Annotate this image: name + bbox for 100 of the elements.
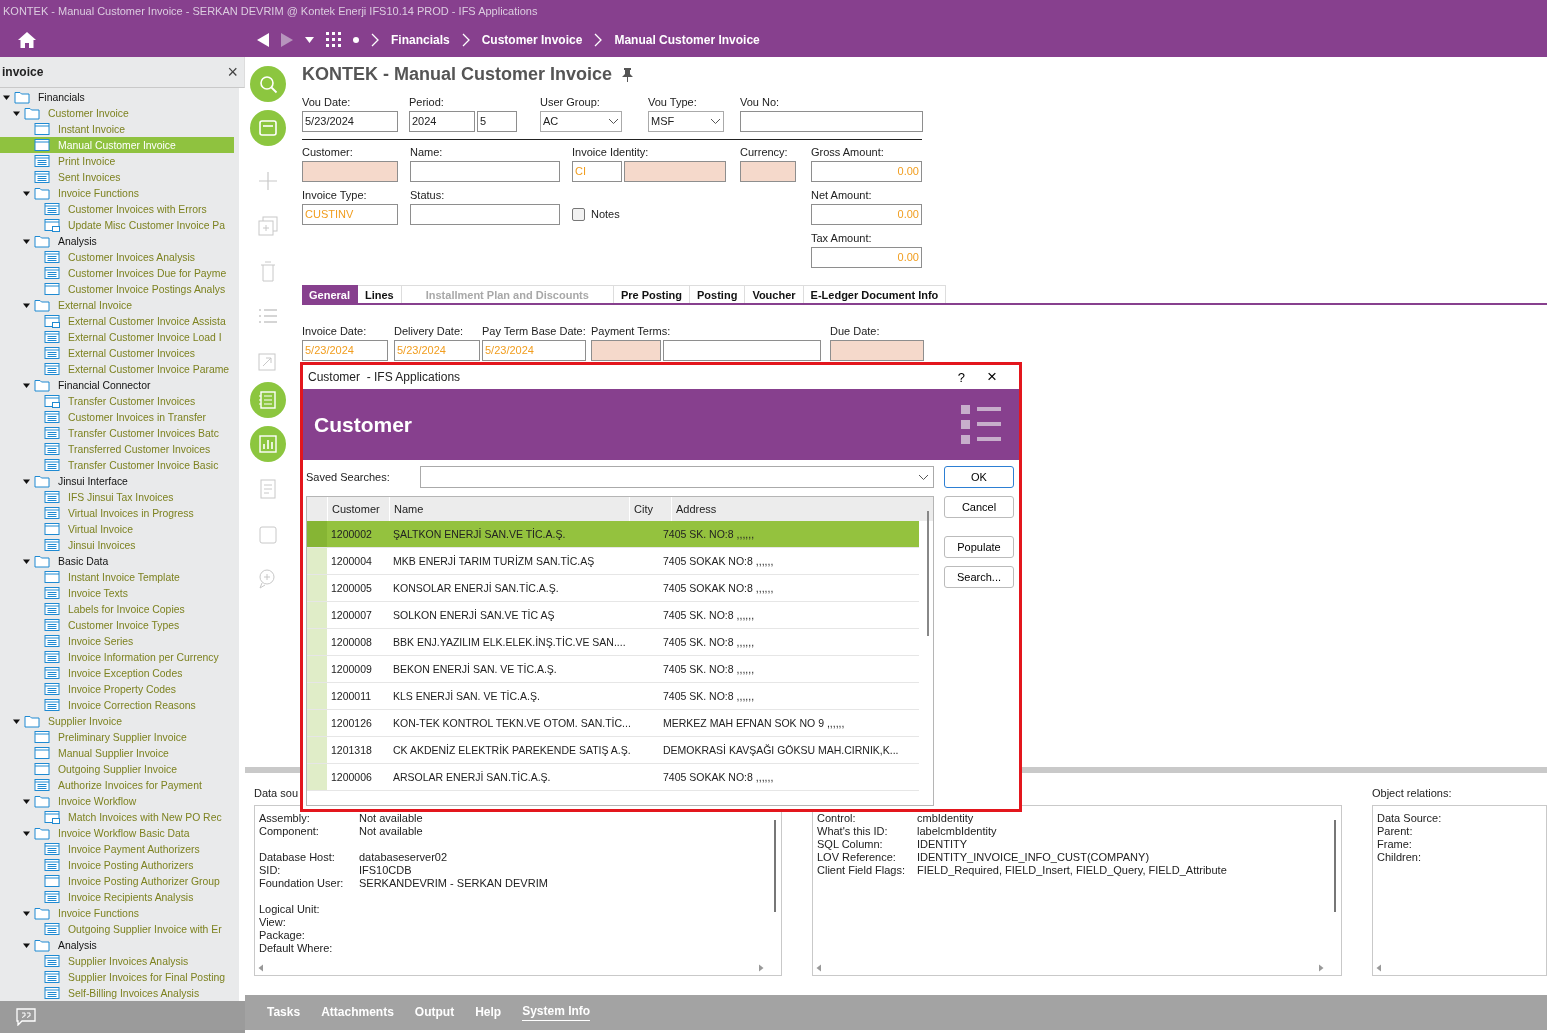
tree-item[interactable]: Supplier Invoices for Final Posting — [0, 969, 234, 985]
tree-item[interactable]: Invoice Information per Currency — [0, 649, 234, 665]
input-field[interactable]: CUSTINV — [302, 204, 398, 225]
dropdown-field[interactable]: MSF — [648, 111, 724, 132]
table-row[interactable]: 1200007 SOLKON ENERJİ SAN.VE TİC AŞ 7405 SK. NO:8 ,,,,,, — [307, 602, 919, 629]
tree-item[interactable]: Invoice Exception Codes — [0, 665, 234, 681]
caret-icon[interactable] — [23, 941, 30, 949]
tree-item[interactable]: Preliminary Supplier Invoice — [0, 729, 234, 745]
tree-item[interactable]: Customer Invoices in Transfer — [0, 409, 234, 425]
tab[interactable]: Posting — [690, 285, 746, 303]
tree-item[interactable]: Instant Invoice — [0, 121, 234, 137]
form-button[interactable] — [249, 382, 286, 418]
scrollbar[interactable] — [257, 963, 765, 973]
input-field[interactable]: 2024 — [409, 111, 475, 132]
tree-item[interactable]: Outgoing Supplier Invoice with Er — [0, 921, 234, 937]
dialog-button[interactable]: Populate — [944, 536, 1014, 558]
tree-item[interactable]: Customer Invoice Postings Analys — [0, 281, 234, 297]
tree-item[interactable]: Invoice Workflow Basic Data — [0, 825, 234, 841]
tree-item[interactable]: External Customer Invoice Assista — [0, 313, 234, 329]
table-row[interactable]: 1200005 KONSOLAR ENERJİ SAN.TİC.A.Ş. 7405 SOKAK NO:8 ,,,,,, — [307, 575, 919, 602]
input-field[interactable] — [591, 340, 661, 361]
tab[interactable]: E-Ledger Document Info — [803, 285, 947, 303]
pin-icon[interactable] — [622, 67, 634, 82]
tree-item[interactable]: Instant Invoice Template — [0, 569, 234, 585]
forward-icon[interactable] — [281, 32, 293, 47]
tab[interactable]: Lines — [357, 285, 402, 303]
caret-icon[interactable] — [23, 909, 30, 917]
tree-item[interactable]: Customer Invoices Due for Payme — [0, 265, 234, 281]
tree-item[interactable]: Invoice Functions — [0, 185, 234, 201]
tree-item[interactable]: Financials — [0, 89, 234, 105]
input-field[interactable] — [663, 340, 821, 361]
input-field[interactable] — [410, 161, 560, 182]
caret-icon[interactable] — [23, 301, 30, 309]
home-icon[interactable] — [18, 31, 36, 48]
caret-icon[interactable] — [305, 36, 314, 43]
tree-item[interactable]: Transfer Customer Invoice Basic — [0, 457, 234, 473]
table-row[interactable]: 1200006 ARSOLAR ENERJİ SAN.TİC.A.Ş. 7405 SOKAK NO:8 ,,,,,, — [307, 764, 919, 791]
close-button[interactable]: × — [227, 63, 238, 81]
tree-item[interactable]: Authorize Invoices for Payment — [0, 777, 234, 793]
table-row[interactable]: 1200008 BBK ENJ.YAZILIM ELK.ELEK.İNŞ.TİC.VE SAN.... 7405 SK. NO:8 ,,,,,, — [307, 629, 919, 656]
tree-item[interactable]: Invoice Workflow — [0, 793, 234, 809]
tree-item[interactable]: Manual Supplier Invoice — [0, 745, 234, 761]
tree-item[interactable]: Invoice Payment Authorizers — [0, 841, 234, 857]
dropdown-field[interactable] — [420, 466, 934, 488]
scrollbar[interactable] — [815, 963, 1325, 973]
tree-item[interactable]: Analysis — [0, 233, 234, 249]
tree-item[interactable]: Customer Invoices Analysis — [0, 249, 234, 265]
tree-item[interactable]: Invoice Texts — [0, 585, 234, 601]
tree-item[interactable]: Financial Connector — [0, 377, 234, 393]
input-field[interactable]: 5/23/2024 — [394, 340, 480, 361]
input-field[interactable] — [624, 161, 726, 182]
back-icon[interactable] — [257, 32, 269, 47]
tree-item[interactable]: Update Misc Customer Invoice Pa — [0, 217, 234, 233]
tree-item[interactable]: Customer Invoices with Errors — [0, 201, 234, 217]
input-field[interactable]: 5/23/2024 — [302, 111, 398, 132]
tree-item[interactable]: IFS Jinsui Tax Invoices — [0, 489, 234, 505]
dialog-button[interactable]: OK — [944, 466, 1014, 488]
tree-item[interactable]: Manual Customer Invoice — [0, 137, 234, 153]
bottom-tab[interactable]: Help — [475, 1004, 502, 1021]
caret-icon[interactable] — [23, 797, 30, 805]
input-field[interactable]: 0.00 — [811, 204, 922, 225]
tree-item[interactable]: Match Invoices with New PO Rec — [0, 809, 234, 825]
tree-item[interactable]: Virtual Invoices in Progress — [0, 505, 234, 521]
input-field[interactable]: 0.00 — [811, 247, 922, 268]
tree-item[interactable]: Invoice Property Codes — [0, 681, 234, 697]
tree-item[interactable]: Invoice Posting Authorizer Group — [0, 873, 234, 889]
tab[interactable]: General — [302, 285, 358, 303]
table-row[interactable]: 1200011 KLS ENERJİ SAN. VE TİC.A.Ş. 7405 SK. NO:8 ,,,,,, — [307, 683, 919, 710]
checkbox[interactable] — [572, 208, 585, 221]
breadcrumb-link[interactable]: Financials — [391, 32, 450, 47]
search-button[interactable] — [249, 66, 286, 102]
caret-icon[interactable] — [13, 717, 20, 725]
tree-item[interactable]: Print Invoice — [0, 153, 234, 169]
tab[interactable]: Pre Posting — [613, 285, 691, 303]
tree-item[interactable]: Transfer Customer Invoices Batc — [0, 425, 234, 441]
tree-item[interactable]: Invoice Series — [0, 633, 234, 649]
table-row[interactable]: 1200126 KON-TEK KONTROL TEKN.VE OTOM. SAN.TİC... MERKEZ MAH EFNAN SOK NO 9 ,,,,,, — [307, 710, 919, 737]
caret-icon[interactable] — [23, 477, 30, 485]
caret-icon[interactable] — [23, 557, 30, 565]
input-field[interactable] — [302, 161, 398, 182]
tree-item[interactable]: Invoice Posting Authorizers — [0, 857, 234, 873]
caret-icon[interactable] — [3, 93, 10, 101]
speech-bubble-icon[interactable] — [16, 1008, 36, 1026]
tree-item[interactable]: Basic Data — [0, 553, 234, 569]
tree-item[interactable]: Virtual Invoice — [0, 521, 234, 537]
dialog-button[interactable]: Search... — [944, 566, 1014, 588]
table-row[interactable]: 1200009 BEKON ENERJİ SAN. VE TİC.A.Ş. 7405 SK. NO:8 ,,,,,, — [307, 656, 919, 683]
tree-item[interactable]: Invoice Functions — [0, 905, 234, 921]
input-field[interactable] — [740, 111, 923, 132]
tree-item[interactable]: Customer Invoice Types — [0, 617, 234, 633]
bottom-tab[interactable]: Tasks — [267, 1004, 301, 1021]
caret-icon[interactable] — [23, 189, 30, 197]
close-button[interactable]: × — [987, 367, 997, 387]
table-row[interactable]: 1200002 ŞALTKON ENERJİ SAN.VE TİC.A.Ş. 7405 SK. NO:8 ,,,,,, — [307, 521, 919, 548]
tree-item[interactable]: External Invoice — [0, 297, 234, 313]
tree-item[interactable]: Supplier Invoice — [0, 713, 234, 729]
tree-item[interactable]: Customer Invoice — [0, 105, 234, 121]
input-field[interactable]: CI — [572, 161, 622, 182]
tree-item[interactable]: Invoice Recipients Analysis — [0, 889, 234, 905]
caret-icon[interactable] — [23, 829, 30, 837]
